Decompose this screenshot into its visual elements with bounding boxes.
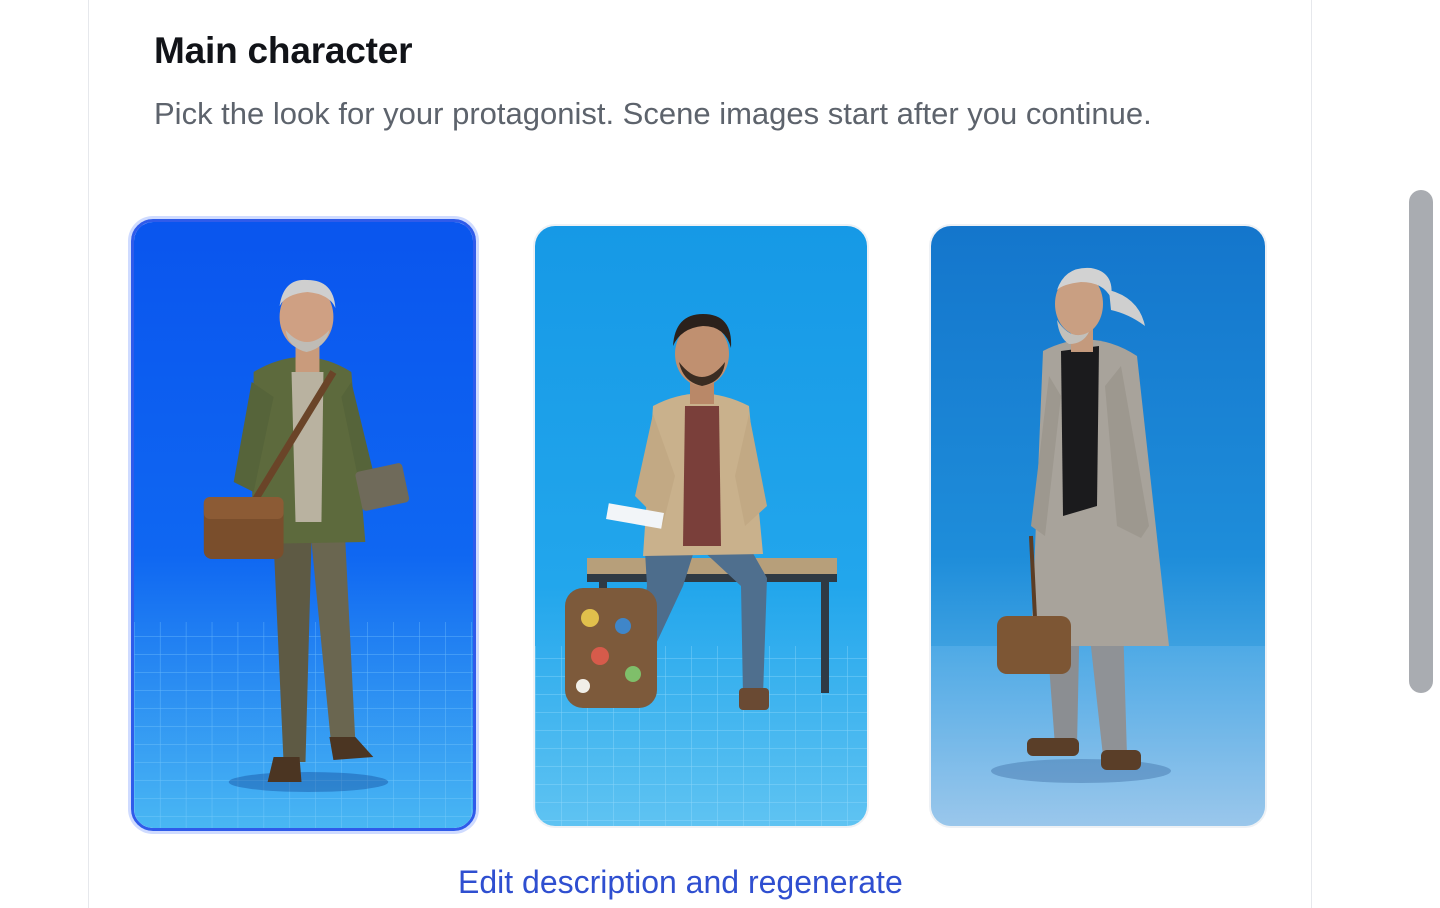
edit-regenerate-link[interactable]: Edit description and regenerate <box>458 864 903 901</box>
section-title: Main character <box>154 30 413 71</box>
section-subtitle: Pick the look for your protagonist. Scen… <box>154 96 1152 131</box>
character-portrait-green-jacket <box>134 222 473 828</box>
character-option-2[interactable] <box>533 224 869 828</box>
character-portrait-seated-bench <box>535 226 867 826</box>
vertical-scrollbar-thumb[interactable] <box>1409 190 1433 693</box>
character-option-1[interactable] <box>131 219 476 831</box>
character-portrait-grey-coat <box>931 226 1265 826</box>
character-option-3[interactable] <box>929 224 1267 828</box>
